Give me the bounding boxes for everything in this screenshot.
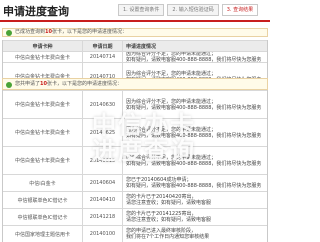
progress-line: 如有疑问，请致电客服400-888-8888，我们将尽快为您服务: [126, 104, 262, 111]
application-progress-table: 申请卡种 申请日期 申请进度情况 中信白金钻卡年费白金卡 20140714 因为综合…: [2, 40, 268, 242]
bottom-notice-suffix: 张卡，以下是您的申请进度情况：: [46, 81, 122, 87]
column-card-type: 申请卡种: [3, 41, 83, 51]
card-type-cell: 中信i白金卡: [3, 175, 83, 191]
progress-cell: 因为综合评分不足，您的申请未能通过；如有疑问，请致电客服400-888-8888…: [123, 91, 267, 118]
bottom-notice-count: 10: [40, 81, 47, 87]
table-row: 中信国家地理主题信用卡 20140100 您的申请已进入最终审核阶段， 我们将在7个工…: [3, 225, 267, 242]
notice-count: 10: [45, 29, 52, 35]
apply-date-cell: 20140625: [83, 119, 123, 146]
column-apply-date: 申请日期: [83, 41, 123, 51]
card-type-cell: 中信银联单色IC借记卡: [3, 209, 83, 225]
page-header: 申请进度查询 1. 设置查询条件 2. 输入短信验证码 3. 查询结果: [0, 0, 270, 22]
step-set-query: 1. 设置查询条件: [118, 4, 165, 16]
table-row: 中信银联单色IC借记卡 20140410 您的卡片已于20140420寄出， 请您注意…: [3, 191, 267, 208]
apply-date-cell: 20140604: [83, 175, 123, 191]
success-icon: [6, 82, 12, 88]
notice-prefix: 已成功查询到: [15, 29, 46, 35]
progress-line: 如有疑问，请致电客服400-888-8888，我们将尽快为您服务: [126, 132, 262, 139]
apply-date-cell: 20140615: [83, 147, 123, 174]
table-row: 中信i白金卡 20140604 您已于20140604成功申请； 如有疑问，请致电客服…: [3, 174, 267, 191]
progress-line: 我们将在7个工作日内通知您审核结果: [126, 234, 210, 240]
apply-date-cell: 20141218: [83, 209, 123, 225]
progress-steps: 1. 设置查询条件 2. 输入短信验证码 3. 查询结果: [118, 4, 259, 16]
progress-line: 请您注意查收；如有疑问，请致电客服: [126, 217, 212, 223]
query-result-text: 已成功查询到10张卡，以下是您的申请进度情况：: [15, 29, 127, 36]
table-row: 中信银联单色IC借记卡 20141218 您的卡片已于20141225寄出， 请您注意…: [3, 208, 267, 225]
column-progress: 申请进度情况: [126, 43, 157, 50]
progress-cell: 因为综合评分不足，您的申请未能通过；如有疑问，请致电客服400-888-8888…: [123, 119, 267, 146]
progress-cell: 因为综合评分不足，您的申请未能通过；如有疑问，请致电客服400-888-8888…: [123, 147, 267, 174]
progress-cell: 您的卡片已于20140420寄出， 请您注意查收；如有疑问，请致电客服: [123, 192, 267, 208]
bottom-notice: 您共申请了10张卡，以下是您的申请进度情况：: [2, 78, 268, 90]
card-type-cell: 中信白金钻卡年费白金卡: [3, 52, 83, 62]
progress-cell: 您的申请已进入最终审核阶段， 我们将在7个工作日内通知您审核结果: [123, 226, 267, 242]
progress-cell: 您已于20140604成功申请； 如有疑问，请致电客服400-888-8888，我…: [123, 175, 267, 191]
progress-line: 如有疑问，请致电客服400-888-8888，我们将尽快为您服务: [126, 183, 262, 189]
query-result-notice: 已成功查询到10张卡，以下是您的申请进度情况：: [2, 28, 268, 37]
table-row: 中信白金钻卡年费白金卡 20140714 因为综合评分不足，您的申请未能通过； 如有疑…: [3, 51, 267, 62]
table-header: 申请卡种 申请日期 申请进度情况: [3, 40, 267, 51]
apply-date-cell: 20140410: [83, 192, 123, 208]
apply-date-cell: 20140100: [83, 226, 123, 242]
card-type-cell: 中信国家地理主题信用卡: [3, 226, 83, 242]
progress-cell: 因为综合评分不足，您的申请未能通过；如有疑问，请致电客服400-888-8888…: [123, 52, 267, 62]
progress-line: 请您注意查收；如有疑问，请致电客服: [126, 200, 212, 206]
progress-cell: 您的卡片已于20141225寄出， 请您注意查收；如有疑问，请致电客服: [123, 209, 267, 225]
card-type-cell: 中信银联单色IC借记卡: [3, 192, 83, 208]
table-row: 中信白金钻卡年费白金卡 20140630 因为综合评分不足，您的申请未能通过； 如有疑…: [3, 90, 267, 118]
step-sms-code: 2. 输入短信验证码: [167, 4, 219, 16]
page-title: 申请进度查询: [3, 5, 69, 18]
bottom-notice-prefix: 您共申请了: [15, 81, 41, 87]
apply-date-cell: 20140630: [83, 91, 123, 118]
card-type-cell: 中信白金钻卡年费白金卡: [3, 147, 83, 174]
success-icon: [6, 30, 12, 36]
card-type-cell: 中信白金钻卡年费白金卡: [3, 91, 83, 118]
notice-suffix: 张卡，以下是您的申请进度情况：: [51, 29, 127, 35]
table-row: 中信白金钻卡年费白金卡 20140625 因为综合评分不足，您的申请未能通过； 如有疑…: [3, 118, 267, 146]
card-type-cell: 中信白金钻卡年费白金卡: [3, 119, 83, 146]
table-row: 中信白金钻卡年费白金卡 20140615 因为综合评分不足，您的申请未能通过； 如有疑…: [3, 146, 267, 174]
apply-date-cell: 20140714: [83, 52, 123, 62]
progress-line: 如有疑问，请致电客服400-888-8888，我们将尽快为您服务: [126, 160, 262, 167]
bottom-notice-text: 您共申请了10张卡，以下是您的申请进度情况：: [15, 81, 122, 88]
step-results: 3. 查询结果: [221, 4, 259, 16]
